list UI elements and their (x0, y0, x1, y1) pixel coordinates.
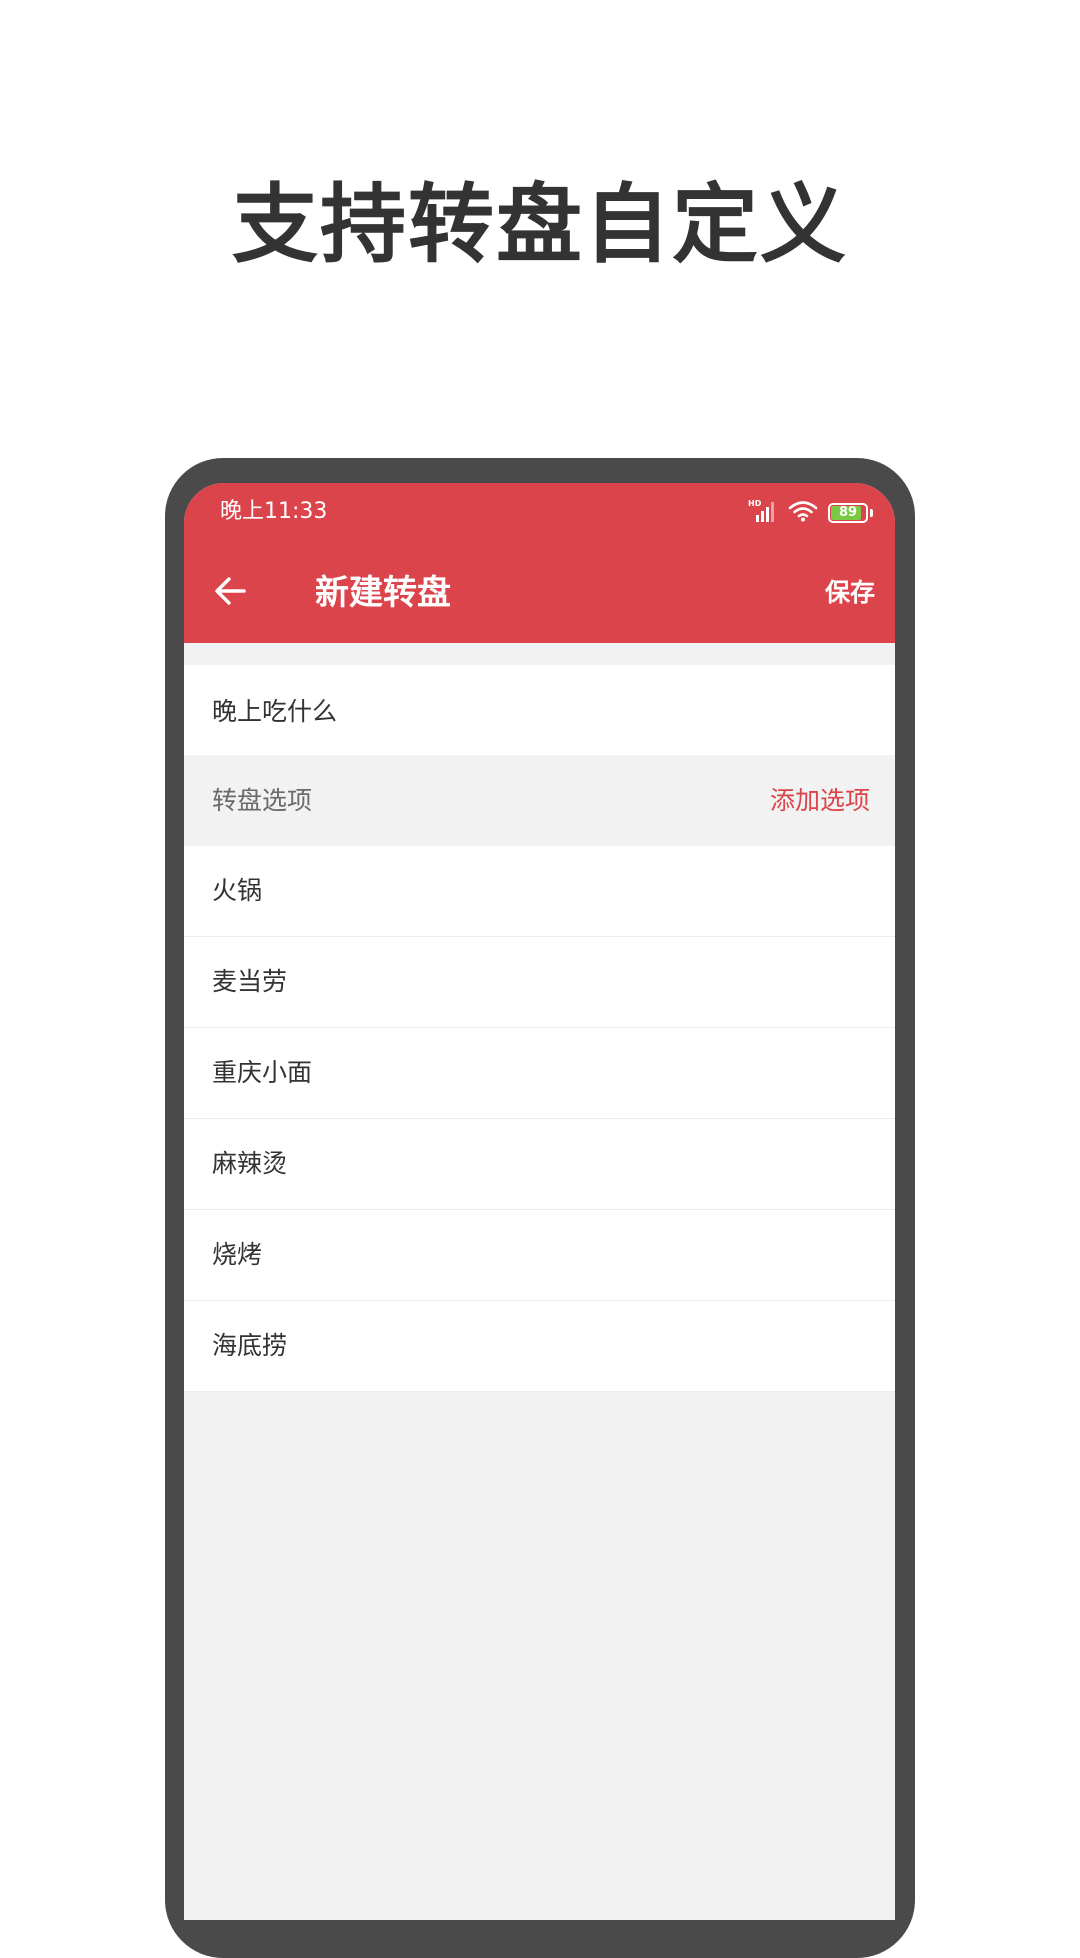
back-button[interactable] (206, 568, 256, 618)
options-section-header: 转盘选项 添加选项 (184, 755, 895, 846)
option-item[interactable]: 麻辣烫 (184, 1119, 895, 1210)
toolbar: 新建转盘 保存 (184, 543, 895, 643)
page-title: 新建转盘 (315, 573, 451, 613)
phone-screen: 晚上11:33 HD 89 新建转盘 保存 晚上吃什么 转盘选项 添加选项 火锅… (184, 483, 895, 1920)
options-section-label: 转盘选项 (212, 786, 313, 815)
options-list: 火锅 麦当劳 重庆小面 麻辣烫 烧烤 海底捞 (184, 846, 895, 1392)
status-bar: 晚上11:33 HD 89 (184, 483, 895, 543)
battery-cap (870, 509, 873, 517)
wifi-icon (788, 499, 818, 527)
option-item[interactable]: 麦当劳 (184, 937, 895, 1028)
svg-text:HD: HD (748, 499, 762, 508)
option-item[interactable]: 烧烤 (184, 1210, 895, 1301)
option-label: 烧烤 (212, 1240, 263, 1269)
option-item[interactable]: 海底捞 (184, 1301, 895, 1392)
battery-level: 89 (838, 505, 858, 520)
add-option-button[interactable]: 添加选项 (770, 783, 870, 819)
status-time: 晚上11:33 (220, 499, 328, 524)
option-label: 麻辣烫 (212, 1149, 288, 1178)
option-label: 海底捞 (212, 1331, 288, 1360)
option-item[interactable]: 火锅 (184, 846, 895, 937)
wheel-name-row (184, 665, 895, 755)
save-button[interactable]: 保存 (825, 575, 875, 611)
promo-headline: 支持转盘自定义 (232, 175, 848, 275)
option-label: 麦当劳 (212, 967, 288, 996)
arrow-left-icon (214, 576, 248, 610)
wheel-name-input[interactable] (212, 665, 862, 755)
signal-hd-icon: HD (748, 498, 778, 528)
status-icons: HD 89 (748, 499, 873, 527)
option-label: 火锅 (212, 876, 263, 905)
option-label: 重庆小面 (212, 1058, 313, 1087)
option-item[interactable]: 重庆小面 (184, 1028, 895, 1119)
battery-icon: 89 (828, 503, 868, 523)
